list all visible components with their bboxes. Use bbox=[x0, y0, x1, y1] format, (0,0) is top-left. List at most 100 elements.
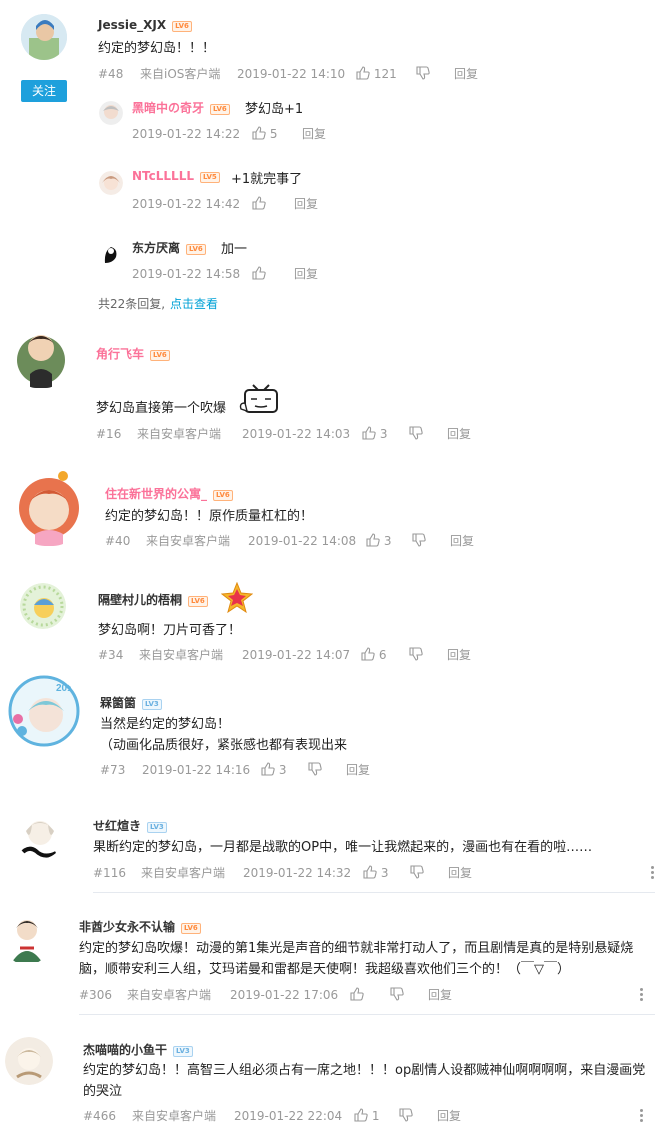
username[interactable]: 住在新世界的公寓_ LV6 bbox=[105, 485, 233, 502]
username-text: 黑暗中の奇牙 bbox=[132, 101, 205, 115]
username[interactable]: 槑箘箘 LV3 bbox=[100, 694, 162, 711]
replies-count: 共22条回复, bbox=[98, 297, 166, 311]
floor-number: #116 bbox=[93, 866, 126, 880]
avatar[interactable] bbox=[99, 101, 123, 125]
thumb-up-icon bbox=[354, 1108, 368, 1122]
username[interactable]: Jessie_XJX LV6 bbox=[98, 18, 192, 32]
dislike-button[interactable] bbox=[409, 426, 423, 442]
dislike-button[interactable] bbox=[416, 66, 430, 82]
avatar[interactable] bbox=[99, 241, 123, 265]
reply-button[interactable]: 回复 bbox=[294, 266, 318, 282]
level-badge: LV5 bbox=[199, 172, 220, 183]
level-badge: LV6 bbox=[172, 21, 192, 32]
level-badge: LV6 bbox=[188, 596, 208, 607]
like-button[interactable]: 1 bbox=[354, 1108, 379, 1124]
more-vertical-icon[interactable] bbox=[650, 866, 654, 880]
dislike-button[interactable] bbox=[412, 533, 426, 549]
thumb-down-icon bbox=[399, 1108, 413, 1122]
thumb-down-icon bbox=[412, 533, 426, 547]
comment-text: 约定的梦幻岛！！原作质量杠杠的！ bbox=[105, 509, 314, 524]
replies-summary: 共22条回复, 点击查看 bbox=[98, 296, 298, 312]
thumb-up-icon bbox=[261, 762, 275, 776]
like-button[interactable]: 3 bbox=[362, 426, 387, 442]
username-text: せ红煊き bbox=[93, 819, 142, 833]
thumb-up-icon bbox=[252, 266, 266, 280]
username[interactable]: 非酋少女永不认输 LV6 bbox=[79, 918, 201, 935]
username[interactable]: せ红煊き LV3 bbox=[93, 817, 167, 834]
thumb-down-icon bbox=[409, 647, 423, 661]
comment-meta: #116 来自安卓客户端 2019-01-22 14:32 3 回复 bbox=[93, 865, 613, 881]
comment-meta: #306 来自安卓客户端 2019-01-22 17:06 回复 bbox=[79, 987, 599, 1003]
dislike-button[interactable] bbox=[390, 987, 404, 1003]
more-vertical-icon[interactable] bbox=[639, 1109, 643, 1123]
reply-text: +1就完事了 bbox=[231, 172, 303, 187]
username-text: 住在新世界的公寓_ bbox=[105, 487, 208, 501]
dislike-button[interactable] bbox=[308, 762, 322, 778]
comment-text-line: 当然是约定的梦幻岛！ bbox=[100, 717, 231, 732]
like-button[interactable] bbox=[252, 196, 266, 212]
dislike-button[interactable] bbox=[410, 865, 424, 881]
reply-username[interactable]: 东方厌离 LV6 bbox=[132, 239, 206, 256]
like-button[interactable] bbox=[350, 987, 364, 1003]
avatar[interactable] bbox=[6, 914, 48, 964]
timestamp: 2019-01-22 14:10 bbox=[237, 67, 346, 81]
like-button[interactable]: 5 bbox=[252, 126, 277, 142]
username[interactable]: 隔壁村儿的梧桐 LV6 bbox=[98, 591, 208, 608]
thumb-up-icon bbox=[252, 126, 266, 140]
like-button[interactable] bbox=[252, 266, 266, 282]
avatar[interactable] bbox=[5, 1037, 53, 1085]
reply-button[interactable]: 回复 bbox=[294, 196, 318, 212]
timestamp: 2019-01-22 14:07 bbox=[242, 648, 351, 662]
like-button[interactable]: 3 bbox=[366, 533, 391, 549]
reply-button[interactable]: 回复 bbox=[437, 1108, 461, 1124]
reply-button[interactable]: 回复 bbox=[346, 762, 370, 778]
username[interactable]: 杰喵喵的小鱼干 LV3 bbox=[83, 1041, 193, 1058]
comment-meta: #34 来自安卓客户端 2019-01-22 14:07 6 回复 bbox=[98, 647, 618, 663]
reply-button[interactable]: 回复 bbox=[428, 987, 452, 1003]
like-button[interactable]: 6 bbox=[361, 647, 386, 663]
reply-username[interactable]: 黑暗中の奇牙 LV6 bbox=[132, 99, 230, 116]
follow-button[interactable]: 关注 bbox=[21, 80, 67, 102]
floor-number: #466 bbox=[83, 1109, 116, 1123]
timestamp: 2019-01-22 22:04 bbox=[234, 1109, 343, 1123]
avatar[interactable] bbox=[21, 14, 67, 60]
thumb-down-icon bbox=[416, 66, 430, 80]
like-count: 3 bbox=[383, 534, 392, 548]
avatar[interactable] bbox=[16, 324, 66, 388]
reply-button[interactable]: 回复 bbox=[447, 426, 471, 442]
timestamp: 2019-01-22 14:32 bbox=[243, 866, 352, 880]
more-vertical-icon[interactable] bbox=[639, 988, 643, 1002]
reply-button[interactable]: 回复 bbox=[302, 126, 326, 142]
reply-button[interactable]: 回复 bbox=[448, 865, 472, 881]
reply-button[interactable]: 回复 bbox=[450, 533, 474, 549]
comment-text: 约定的梦幻岛吹爆！动漫的第1集光是声音的细节就非常打动人了，而且剧情是真的是特别… bbox=[79, 941, 634, 977]
avatar[interactable]: 2018 bbox=[8, 675, 80, 747]
reply-text: 加一 bbox=[221, 242, 248, 257]
like-button[interactable]: 121 bbox=[356, 66, 397, 82]
reply-button[interactable]: 回复 bbox=[447, 647, 471, 663]
avatar[interactable] bbox=[99, 171, 123, 195]
like-count: 1 bbox=[371, 1109, 380, 1123]
client-label: 来自安卓客户端 bbox=[139, 648, 224, 662]
avatar[interactable] bbox=[16, 811, 64, 859]
reply-button[interactable]: 回复 bbox=[454, 66, 478, 82]
username[interactable]: 角行飞车 LV6 bbox=[96, 345, 170, 362]
reply-username[interactable]: NTcLLLLL LV5 bbox=[132, 169, 220, 183]
like-count: 3 bbox=[278, 763, 287, 777]
dislike-button[interactable] bbox=[399, 1108, 413, 1124]
thumb-down-icon bbox=[390, 987, 404, 1001]
view-replies-link[interactable]: 点击查看 bbox=[170, 296, 218, 312]
thumb-up-icon bbox=[363, 865, 377, 879]
level-badge: LV6 bbox=[181, 923, 201, 934]
comment-text: 约定的梦幻岛！！！ bbox=[98, 41, 216, 56]
comment-text: 果断约定的梦幻岛，一月都是战歌的OP中，唯一让我燃起来的，漫画也有在看的啦…… bbox=[93, 840, 593, 855]
timestamp: 2019-01-22 17:06 bbox=[230, 988, 339, 1002]
avatar[interactable] bbox=[15, 464, 83, 546]
like-button[interactable]: 3 bbox=[363, 865, 388, 881]
like-button[interactable]: 3 bbox=[261, 762, 286, 778]
dislike-button[interactable] bbox=[409, 647, 423, 663]
username-text: 杰喵喵的小鱼干 bbox=[83, 1043, 168, 1057]
avatar[interactable] bbox=[20, 583, 66, 629]
timestamp: 2019-01-22 14:22 bbox=[132, 127, 241, 141]
comment-meta: #48 来自iOS客户端 2019-01-22 14:10 121 回复 bbox=[98, 66, 618, 82]
